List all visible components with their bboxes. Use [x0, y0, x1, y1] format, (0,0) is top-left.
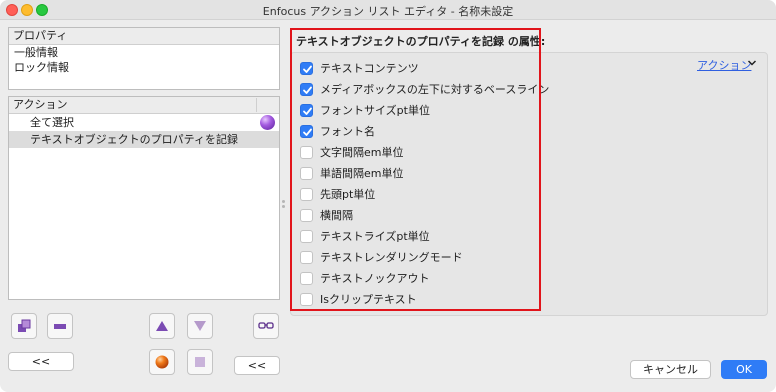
action-item-label: 全て選択: [30, 116, 74, 129]
run-action-button[interactable]: [149, 349, 175, 375]
checkmark-icon: [303, 86, 312, 94]
checkmark-icon: [303, 65, 312, 73]
duplicate-action-button[interactable]: [11, 313, 37, 339]
cancel-button[interactable]: キャンセル: [630, 360, 711, 379]
attribute-option-label: フォントサイズpt単位: [320, 104, 430, 117]
checkbox-checked[interactable]: [300, 104, 313, 117]
action-item-label: テキストオブジェクトのプロパティを記録: [30, 133, 239, 146]
minus-icon: [54, 324, 66, 329]
checkbox-checked[interactable]: [300, 125, 313, 138]
stop-square-icon: [195, 357, 205, 367]
chevron-down-icon[interactable]: [747, 58, 757, 68]
collapse-left-button[interactable]: <<: [8, 352, 74, 371]
move-up-button[interactable]: [149, 313, 175, 339]
window-title: Enfocus アクション リスト エディタ - 名称未設定: [262, 5, 514, 18]
properties-panel: プロパティ 一般情報 ロック情報: [8, 27, 280, 90]
attribute-option-label: テキストライズpt単位: [320, 230, 430, 243]
checkbox-unchecked[interactable]: [300, 146, 313, 159]
checkbox-unchecked[interactable]: [300, 209, 313, 222]
properties-item-lock[interactable]: ロック情報: [9, 60, 279, 75]
attribute-option-label: Isクリップテキスト: [320, 293, 417, 306]
attribute-option-label: フォント名: [320, 125, 375, 138]
checkbox-unchecked[interactable]: [300, 230, 313, 243]
attribute-option-label: 単語間隔em単位: [320, 167, 404, 180]
properties-item-general[interactable]: 一般情報: [9, 45, 279, 60]
action-menu-link[interactable]: アクション: [697, 57, 751, 73]
checkbox-unchecked[interactable]: [300, 188, 313, 201]
purple-ball-icon: [260, 115, 275, 130]
action-item-select-all[interactable]: 全て選択: [9, 114, 279, 131]
checkbox-unchecked[interactable]: [300, 251, 313, 264]
attribute-option-label: 先頭pt単位: [320, 188, 376, 201]
header-divider: [256, 98, 257, 112]
checkbox-unchecked[interactable]: [300, 293, 313, 306]
remove-action-button[interactable]: [47, 313, 73, 339]
checkbox-checked[interactable]: [300, 83, 313, 96]
orange-ball-icon: [155, 355, 169, 369]
stop-action-button[interactable]: [187, 349, 213, 375]
attribute-option-label: テキストノックアウト: [320, 272, 430, 285]
attribute-option-label: テキストレンダリングモード: [320, 251, 463, 264]
attribute-option-label: テキストコンテンツ: [320, 62, 419, 75]
pane-splitter[interactable]: [282, 200, 286, 208]
attributes-title: テキストオブジェクトのプロパティを記録 の属性:: [296, 35, 546, 48]
glasses-icon: [258, 322, 274, 329]
move-down-button[interactable]: [187, 313, 213, 339]
checkbox-unchecked[interactable]: [300, 167, 313, 180]
actions-panel: アクション 全て選択 テキストオブジェクトのプロパティを記録: [8, 96, 280, 300]
duplicate-icon: [18, 319, 31, 332]
collapse-right-button[interactable]: <<: [234, 356, 280, 375]
preview-button[interactable]: [253, 313, 279, 339]
title-bar: Enfocus アクション リスト エディタ - 名称未設定: [0, 0, 776, 20]
actions-header: アクション: [9, 97, 279, 114]
attribute-option-label: メディアボックスの左下に対するベースライン: [320, 83, 550, 96]
checkbox-unchecked[interactable]: [300, 272, 313, 285]
action-list-editor-window: Enfocus アクション リスト エディタ - 名称未設定 プロパティ 一般情…: [0, 0, 776, 392]
checkbox-checked[interactable]: [300, 62, 313, 75]
checkmark-icon: [303, 128, 312, 136]
triangle-up-icon: [156, 321, 168, 331]
attribute-option-label: 横間隔: [320, 209, 353, 222]
actions-header-label: アクション: [13, 98, 68, 111]
attribute-option-label: 文字間隔em単位: [320, 146, 404, 159]
ok-button[interactable]: OK: [721, 360, 767, 379]
checkmark-icon: [303, 107, 312, 115]
action-item-record-text-properties[interactable]: テキストオブジェクトのプロパティを記録: [9, 131, 279, 148]
triangle-down-icon: [194, 321, 206, 331]
properties-header: プロパティ: [9, 28, 279, 45]
